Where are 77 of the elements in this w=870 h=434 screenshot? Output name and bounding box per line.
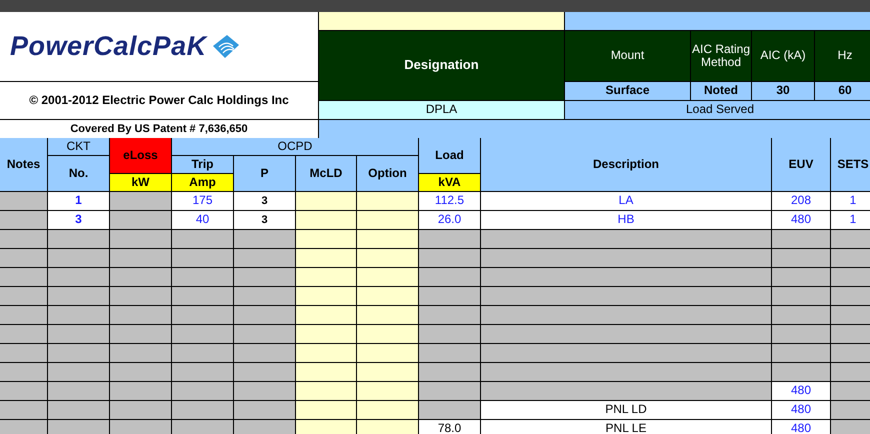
table-cell: 480	[772, 211, 830, 229]
input-cell[interactable]	[296, 363, 356, 381]
input-cell[interactable]	[357, 382, 418, 400]
column-header: Amp	[172, 174, 233, 191]
table-cell: 480	[772, 382, 830, 400]
mount-header: Mount	[565, 31, 690, 81]
table-cell: 480	[772, 420, 830, 434]
table-cell: LA	[481, 192, 771, 210]
column-header: No.	[48, 156, 109, 191]
copyright-text: © 2001-2012 Electric Power Calc Holdings Inc	[0, 82, 318, 119]
column-header: kVA	[419, 174, 480, 191]
column-header: CKT	[48, 138, 109, 155]
designation-header: Designation	[319, 31, 564, 100]
load-served-label: Load Served	[565, 101, 870, 119]
column-header: Option	[357, 156, 418, 191]
input-cell[interactable]	[296, 344, 356, 362]
column-header: kW	[110, 174, 171, 191]
patent-text: Covered By US Patent # 7,636,650	[0, 120, 318, 138]
aic-value: 30	[752, 82, 814, 100]
table-cell: 3	[234, 192, 295, 210]
input-cell[interactable]	[357, 401, 418, 419]
mount-value: Surface	[565, 82, 690, 100]
input-cell[interactable]	[357, 306, 418, 324]
hz-value: 60	[815, 82, 870, 100]
table-cell: 1	[831, 192, 870, 210]
aic-method-value: Noted	[691, 82, 751, 100]
input-cell[interactable]	[296, 401, 356, 419]
column-header: McLD	[296, 156, 356, 191]
input-cell[interactable]	[296, 287, 356, 305]
logo-icon	[210, 34, 241, 60]
column-header: Notes	[0, 138, 47, 191]
table-cell: 480	[772, 401, 830, 419]
table-cell: 3	[48, 211, 109, 229]
table-cell: 112.5	[419, 192, 480, 210]
input-cell[interactable]	[357, 249, 418, 267]
input-cell[interactable]	[296, 192, 356, 210]
input-cell[interactable]	[357, 420, 418, 434]
column-header: Description	[481, 138, 771, 191]
input-cell[interactable]	[296, 230, 356, 248]
table-cell: 175	[172, 192, 233, 210]
designation-value[interactable]: DPLA	[319, 101, 564, 119]
table-cell: 3	[234, 211, 295, 229]
input-cell[interactable]	[357, 192, 418, 210]
input-cell[interactable]	[357, 268, 418, 286]
column-header: OCPD	[172, 138, 418, 155]
input-cell[interactable]	[357, 287, 418, 305]
input-cell[interactable]	[357, 325, 418, 343]
table-cell: 1	[831, 211, 870, 229]
input-cell[interactable]	[296, 211, 356, 229]
input-cell[interactable]	[296, 306, 356, 324]
table-cell: 26.0	[419, 211, 480, 229]
column-header: Trip	[172, 156, 233, 173]
input-cell[interactable]	[296, 382, 356, 400]
input-cell[interactable]	[357, 211, 418, 229]
input-cell[interactable]	[296, 420, 356, 434]
column-header: Load	[419, 138, 480, 173]
input-cell[interactable]	[296, 268, 356, 286]
input-cell[interactable]	[357, 344, 418, 362]
table-cell: PNL LE	[481, 420, 771, 434]
input-cell[interactable]	[296, 249, 356, 267]
column-header: eLoss	[110, 138, 171, 173]
column-header: P	[234, 156, 295, 191]
table-cell: PNL LD	[481, 401, 771, 419]
table-cell: 1	[48, 192, 109, 210]
table-cell: HB	[481, 211, 771, 229]
table-cell: 78.0	[419, 420, 480, 434]
aic-header: AIC (kA)	[752, 31, 814, 81]
input-cell[interactable]	[357, 363, 418, 381]
input-cell[interactable]	[357, 230, 418, 248]
logo-text: PowerCalcPaK	[10, 32, 207, 62]
table-cell: 208	[772, 192, 830, 210]
table-cell: 40	[172, 211, 233, 229]
input-cell[interactable]	[296, 325, 356, 343]
column-header: SETS	[831, 138, 870, 191]
column-header: EUV	[772, 138, 830, 191]
aic-method-header: AIC Rating Method	[691, 31, 751, 81]
hz-header: Hz	[815, 31, 870, 81]
